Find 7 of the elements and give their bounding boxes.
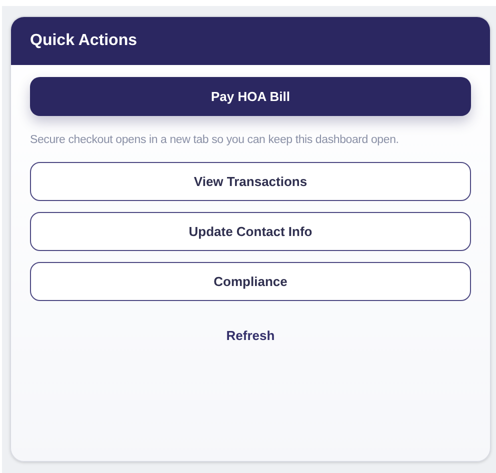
- action-button[interactable]: Update Contact Info: [30, 212, 471, 252]
- checkout-note: Secure checkout opens in a new tab so you can keep this dashboard open.: [30, 133, 400, 148]
- action-button[interactable]: View Transactions: [30, 162, 471, 202]
- action-button[interactable]: Compliance: [30, 262, 471, 302]
- pay-button[interactable]: Pay HOA Bill: [30, 77, 471, 116]
- card-title: Quick Actions: [30, 31, 137, 51]
- refresh-link[interactable]: Refresh: [218, 322, 283, 350]
